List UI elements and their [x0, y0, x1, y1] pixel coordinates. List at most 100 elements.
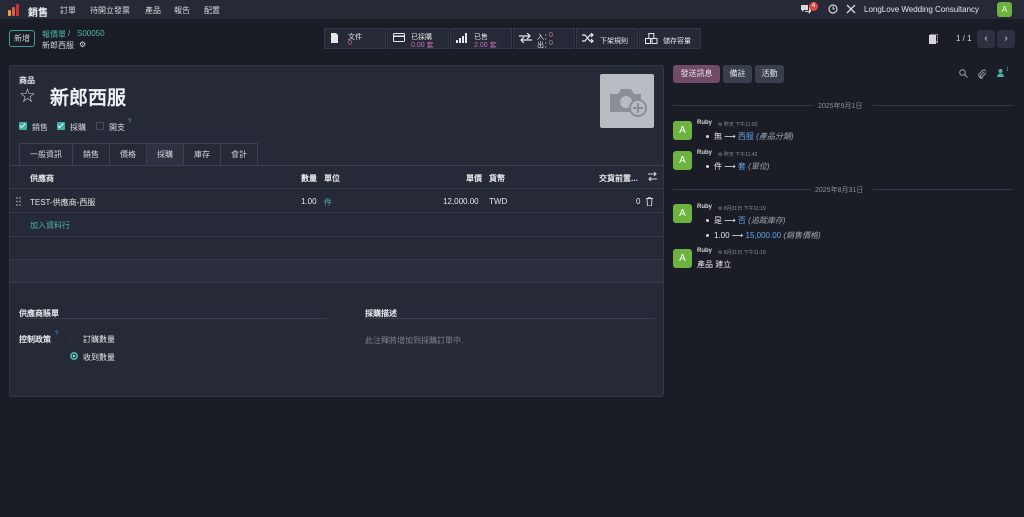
menu-configuration[interactable]: 配置: [204, 5, 220, 16]
file-icon: [330, 33, 339, 46]
favorite-star-icon[interactable]: ☆: [19, 87, 36, 107]
policy-ordered-radio[interactable]: [70, 335, 78, 343]
cell-unit[interactable]: 件: [324, 197, 332, 208]
column-currency[interactable]: 貨幣: [489, 173, 505, 184]
sales-app-icon[interactable]: [8, 4, 22, 16]
search-icon[interactable]: [959, 69, 968, 80]
tab-general-info[interactable]: 一般資訊: [19, 143, 72, 166]
avatar[interactable]: A: [673, 121, 692, 140]
pager-previous-button[interactable]: ‹: [977, 30, 995, 48]
company-switcher[interactable]: LongLove Wedding Consultancy: [864, 5, 979, 14]
send-message-button[interactable]: 發送訊息: [673, 65, 720, 83]
tab-inventory[interactable]: 庫存: [183, 143, 220, 166]
date-separator: 2025年8月31日: [815, 187, 864, 194]
follower-count: 1: [1006, 67, 1009, 73]
breadcrumb-quotations[interactable]: 報價單: [42, 29, 66, 40]
message-author[interactable]: Ruby: [697, 248, 712, 254]
can-be-purchased-checkbox[interactable]: [57, 122, 65, 130]
purchased-smart-button[interactable]: 已採購 0.00 套: [387, 28, 449, 49]
date-separator: 2025年9月1日: [818, 103, 863, 110]
pager-value[interactable]: 1 / 1: [956, 34, 972, 43]
cubes-icon: [645, 33, 658, 47]
sold-smart-button[interactable]: 已售 2.00 套: [450, 28, 512, 49]
column-vendor[interactable]: 供應商: [30, 173, 54, 184]
log-note-button[interactable]: 備註: [723, 65, 752, 83]
column-unit[interactable]: 單位: [324, 173, 340, 184]
table-bottom-divider: [10, 282, 663, 283]
message-author[interactable]: Ruby: [697, 120, 712, 126]
documents-count: 0: [348, 40, 352, 47]
cell-unit-price[interactable]: 12,000.00: [443, 197, 479, 206]
policy-received-label[interactable]: 收到數量: [83, 352, 115, 363]
activity-button[interactable]: 活動: [755, 65, 784, 83]
clock-icon[interactable]: [827, 4, 839, 16]
cell-lead-time[interactable]: 0: [636, 197, 640, 206]
purchase-description-section-divider: [365, 318, 655, 319]
can-be-purchased-label: 採購: [70, 123, 86, 132]
avatar[interactable]: A: [673, 249, 692, 268]
trash-icon[interactable]: [646, 196, 653, 208]
column-unit-price[interactable]: 單價: [466, 173, 482, 184]
avatar[interactable]: A: [673, 204, 692, 223]
message-time: ⚙ 8月31日 下午11:19: [718, 206, 766, 212]
can-be-sold-checkbox[interactable]: [19, 122, 27, 130]
message-time: ⚙ 昨天 下午11:50: [718, 122, 758, 128]
pager-next-button[interactable]: ›: [997, 30, 1015, 48]
cell-vendor[interactable]: TEST-供應商-西服: [30, 197, 95, 208]
optional-columns-icon[interactable]: [648, 171, 657, 183]
menu-products[interactable]: 產品: [145, 5, 161, 16]
tracking-change: 1.00 ⟶ 15,000.00 (銷售價格): [714, 231, 821, 240]
tools-icon[interactable]: [845, 4, 857, 16]
tab-sales[interactable]: 銷售: [72, 143, 109, 166]
help-tooltip-icon[interactable]: ?: [55, 331, 58, 337]
in-out-smart-button[interactable]: 入： 0 出： 0: [513, 28, 575, 49]
breadcrumb-order-id[interactable]: S00050: [77, 29, 105, 38]
menu-orders[interactable]: 訂單: [60, 5, 76, 16]
camera-plus-icon: [610, 89, 647, 117]
column-quantity[interactable]: 數量: [301, 173, 317, 184]
tab-price[interactable]: 價格: [109, 143, 146, 166]
column-lead-time[interactable]: 交貨前置...: [599, 173, 638, 184]
storage-capacity-smart-button[interactable]: 儲存容量: [639, 28, 701, 49]
archive-icon[interactable]: [929, 33, 939, 46]
purchase-description-field[interactable]: 此注釋將增加到採購訂單中.: [365, 335, 463, 346]
documents-smart-button[interactable]: 文件 0: [324, 28, 386, 49]
table-header-divider: [10, 188, 663, 189]
table-empty-row: [10, 259, 663, 283]
paperclip-icon[interactable]: [978, 69, 987, 81]
putaway-rules-smart-button[interactable]: 下架規則: [576, 28, 638, 49]
form-sheet: [9, 65, 664, 397]
message-author[interactable]: Ruby: [697, 204, 712, 210]
can-be-expensed-checkbox[interactable]: [96, 122, 104, 130]
cell-quantity[interactable]: 1.00: [301, 197, 317, 206]
list-bullet: [706, 219, 709, 222]
date-separator-line: [873, 105, 1013, 106]
cell-currency[interactable]: TWD: [489, 197, 507, 206]
product-image[interactable]: [600, 74, 654, 128]
product-name[interactable]: 新郎西服: [50, 88, 126, 110]
menu-reporting[interactable]: 報告: [174, 5, 190, 16]
policy-ordered-label[interactable]: 訂購數量: [83, 334, 115, 345]
policy-received-radio[interactable]: [70, 352, 78, 360]
product-field-label: 商品: [19, 76, 35, 85]
new-button[interactable]: 新增: [9, 30, 35, 47]
tab-accounting[interactable]: 會計: [220, 143, 258, 166]
drag-handle-icon[interactable]: [16, 197, 22, 208]
menu-to-invoice[interactable]: 待開立發票: [90, 5, 130, 16]
avatar[interactable]: A: [673, 151, 692, 170]
tracking-change: 無 ⟶ 西服 (產品分類): [714, 132, 794, 141]
can-be-sold-label: 銷售: [32, 123, 48, 132]
exchange-arrows-icon: [519, 32, 532, 46]
user-avatar[interactable]: A: [997, 2, 1012, 17]
add-line-link[interactable]: 加入資料行: [30, 220, 70, 231]
help-tooltip-icon[interactable]: ?: [128, 119, 131, 125]
tab-purchase[interactable]: 採購: [146, 143, 183, 166]
message-body: 產品 建立: [697, 260, 732, 269]
message-author[interactable]: Ruby: [697, 150, 712, 156]
gear-icon[interactable]: ⚙: [79, 40, 86, 49]
app-name[interactable]: 銷售: [28, 4, 48, 19]
can-be-expensed-label: 開支: [109, 123, 125, 132]
table-row-divider: [10, 236, 663, 237]
followers-icon[interactable]: [997, 69, 1004, 79]
date-separator-line: [673, 189, 811, 190]
